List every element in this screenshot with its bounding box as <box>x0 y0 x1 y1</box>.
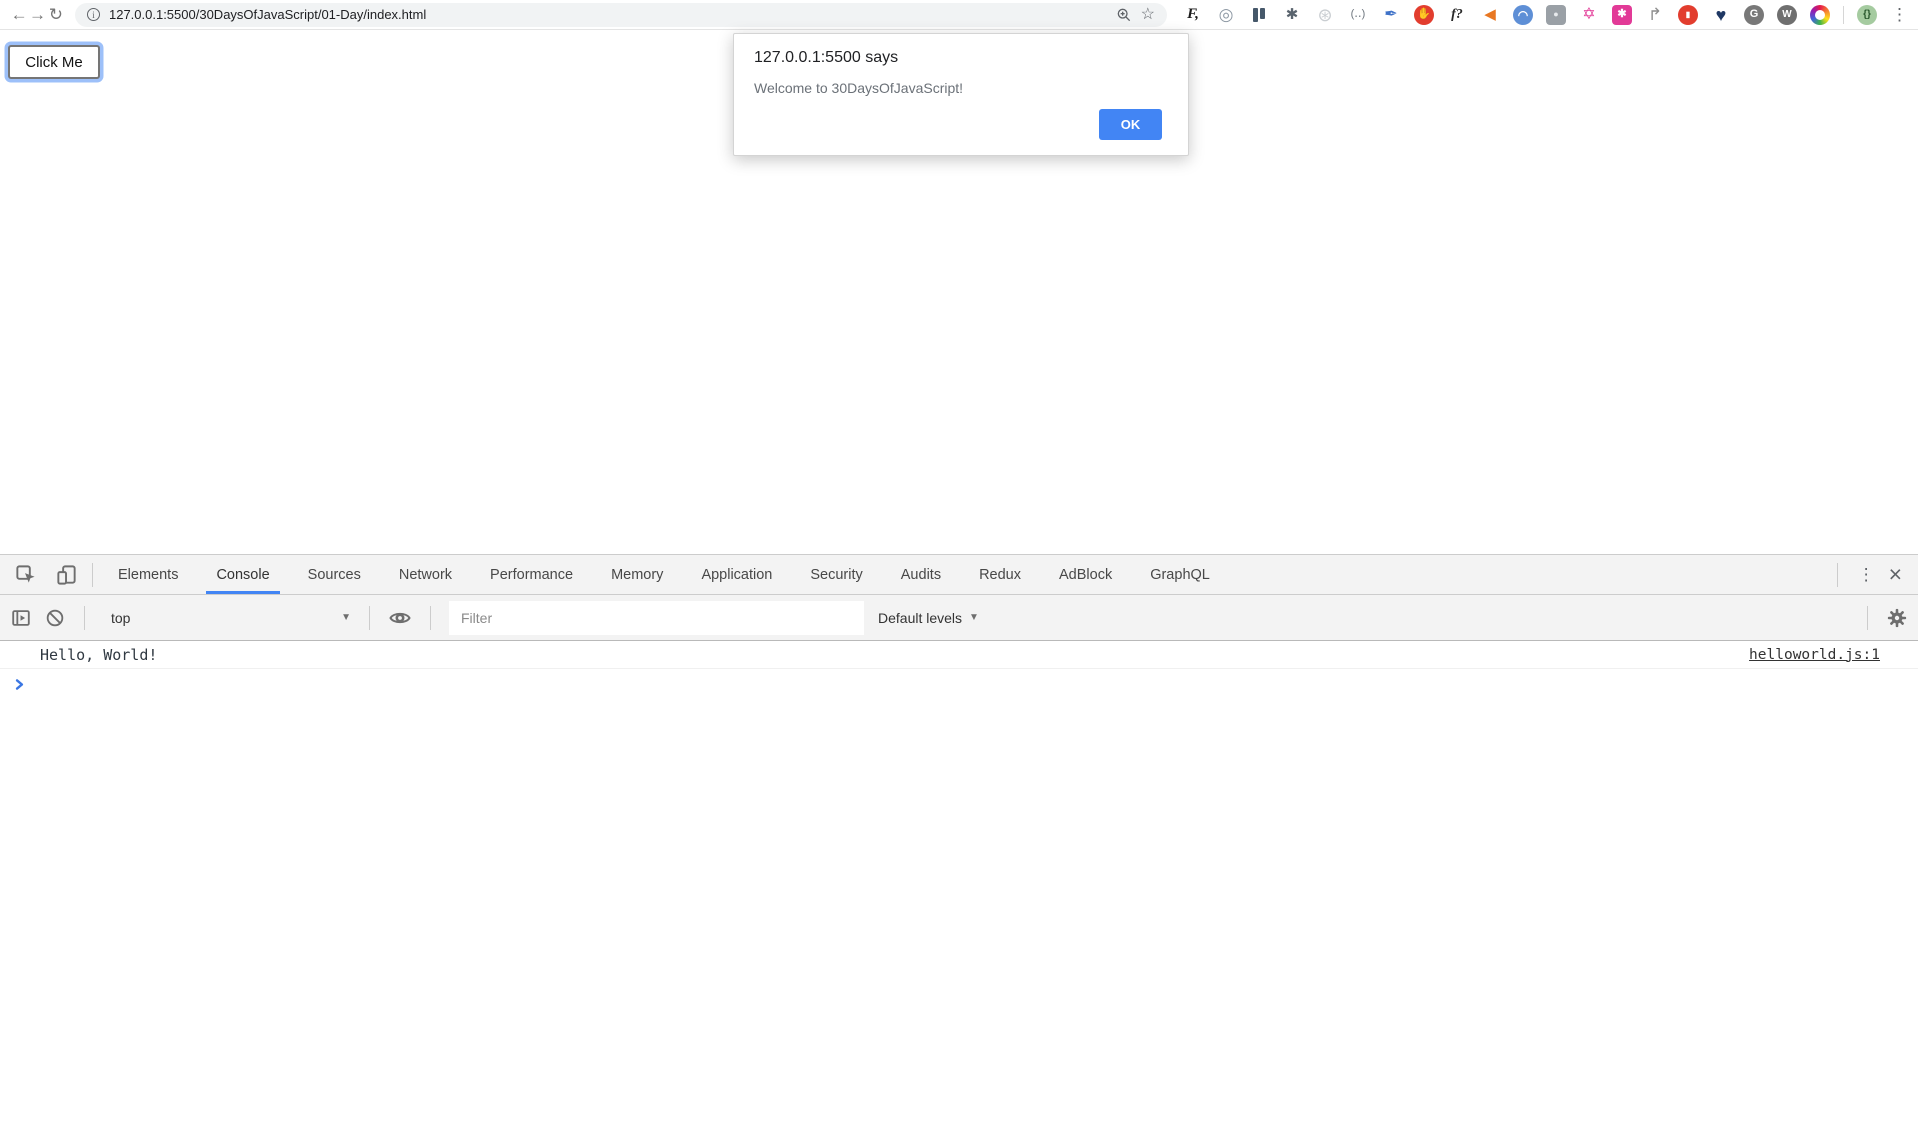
console-log-message: Hello, World! <box>40 646 157 664</box>
g-circle-extension-icon[interactable]: G <box>1744 5 1764 25</box>
tab-application[interactable]: Application <box>682 555 791 594</box>
gear-square-extension-icon[interactable]: ✱ <box>1612 5 1632 25</box>
tab-adblock[interactable]: AdBlock <box>1040 555 1131 594</box>
console-prompt-row[interactable] <box>0 669 1918 691</box>
console-filter-input[interactable] <box>449 601 864 635</box>
bookmark-extension-icon[interactable]: ▮ <box>1678 5 1698 25</box>
json-viewer-extension-icon[interactable]: {} <box>1857 5 1877 25</box>
fonts-changer-extension-icon[interactable]: F, <box>1183 5 1203 25</box>
console-output: Hello, World! helloworld.js:1 <box>0 641 1918 691</box>
toolbar-separator-2 <box>369 606 370 630</box>
eyedropper-extension-icon[interactable]: ✒ <box>1381 5 1401 25</box>
log-levels-dropdown[interactable]: Default levels ▼ <box>878 610 979 626</box>
forward-icon[interactable]: → <box>28 5 46 25</box>
levels-dropdown-arrow-icon: ▼ <box>969 612 979 623</box>
hexagram-extension-icon[interactable]: ✡ <box>1579 5 1599 25</box>
alert-ok-button[interactable]: OK <box>1099 109 1162 140</box>
tab-console[interactable]: Console <box>197 555 288 594</box>
pinned-divider <box>1843 6 1844 24</box>
tabbar-separator <box>92 563 93 587</box>
toolbar-separator-3 <box>430 606 431 630</box>
rainbow-circle-extension-icon[interactable] <box>1810 5 1830 25</box>
reload-icon[interactable]: ↻ <box>47 5 65 25</box>
blue-swirl-extension-icon[interactable]: ◠ <box>1513 5 1533 25</box>
devtools-tabbar: ElementsConsoleSourcesNetworkPerformance… <box>0 555 1918 595</box>
react-devtools-extension-icon[interactable]: ⊛ <box>1315 5 1335 25</box>
devtools-tabs: ElementsConsoleSourcesNetworkPerformance… <box>99 555 1229 594</box>
click-me-button[interactable]: Click Me <box>8 45 100 79</box>
context-label: top <box>111 610 130 626</box>
heart-search-extension-icon[interactable]: ♥ <box>1711 5 1731 25</box>
adblock-hand-extension-icon[interactable]: ✋ <box>1414 5 1434 25</box>
bookmark-star-icon[interactable]: ☆ <box>1141 7 1155 23</box>
toolbar-separator-1 <box>84 606 85 630</box>
code-brackets-extension-icon[interactable]: (‥) <box>1348 5 1368 25</box>
console-source-link[interactable]: helloworld.js:1 <box>1749 647 1880 663</box>
tabbar-right-separator <box>1837 563 1838 587</box>
url-text[interactable]: 127.0.0.1:5500/30DaysOfJavaScript/01-Day… <box>109 7 426 22</box>
browser-menu-kebab-icon[interactable]: ⋮ <box>1891 5 1908 25</box>
page-info-icon[interactable]: i <box>87 8 100 21</box>
console-log-row[interactable]: Hello, World! helloworld.js:1 <box>0 641 1918 669</box>
w-circle-extension-icon[interactable]: W <box>1777 5 1797 25</box>
console-prompt-chevron-icon <box>13 678 26 691</box>
device-toolbar-icon[interactable] <box>55 563 78 586</box>
log-levels-label: Default levels <box>878 610 962 626</box>
alert-dialog: 127.0.0.1:5500 says Welcome to 30DaysOfJ… <box>733 33 1189 156</box>
tab-audits[interactable]: Audits <box>882 555 960 594</box>
context-dropdown-arrow-icon: ▼ <box>341 612 351 623</box>
alert-message: Welcome to 30DaysOfJavaScript! <box>754 80 1168 96</box>
zoom-indicator-icon[interactable] <box>1116 7 1132 23</box>
live-expression-eye-icon[interactable] <box>388 606 412 630</box>
console-sidebar-toggle-icon[interactable] <box>10 607 32 629</box>
tab-sources[interactable]: Sources <box>289 555 380 594</box>
extensions-row: F, ◎ ✱ ⊛ (‥) ✒ ✋ f? ◀ ◠ ● ✡ ✱ ↱ ▮ ♥ GW {} <box>1183 5 1877 25</box>
console-settings-gear-icon[interactable] <box>1886 607 1908 629</box>
back-icon[interactable]: ← <box>10 5 28 25</box>
megaphone-extension-icon[interactable]: ◀ <box>1480 5 1500 25</box>
pause-bars-extension-icon[interactable] <box>1249 5 1269 25</box>
bug-extension-icon[interactable]: ✱ <box>1282 5 1302 25</box>
browser-toolbar: ← → ↻ i 127.0.0.1:5500/30DaysOfJavaScrip… <box>0 0 1918 30</box>
tab-elements[interactable]: Elements <box>99 555 197 594</box>
orbit-extension-icon[interactable]: ◎ <box>1216 5 1236 25</box>
devtools-panel: ElementsConsoleSourcesNetworkPerformance… <box>0 554 1918 1146</box>
address-bar[interactable]: i 127.0.0.1:5500/30DaysOfJavaScript/01-D… <box>75 3 1167 27</box>
tab-redux[interactable]: Redux <box>960 555 1040 594</box>
tab-network[interactable]: Network <box>380 555 471 594</box>
corner-arrow-extension-icon[interactable]: ↱ <box>1645 5 1665 25</box>
alert-title: 127.0.0.1:5500 says <box>754 49 1168 67</box>
fontface-ninja-extension-icon[interactable]: f? <box>1447 5 1467 25</box>
toolbar-separator-4 <box>1867 606 1868 630</box>
clear-console-icon[interactable] <box>44 607 66 629</box>
tab-performance[interactable]: Performance <box>471 555 592 594</box>
tab-security[interactable]: Security <box>791 555 881 594</box>
devtools-close-icon[interactable]: × <box>1889 563 1902 586</box>
tab-graphql[interactable]: GraphQL <box>1131 555 1229 594</box>
devtools-menu-kebab-icon[interactable]: ⋮ <box>1858 565 1875 585</box>
javascript-context-dropdown[interactable]: top ▼ <box>103 610 351 626</box>
inspect-element-icon[interactable] <box>14 563 37 586</box>
console-toolbar: top ▼ Default levels ▼ <box>0 595 1918 641</box>
tab-memory[interactable]: Memory <box>592 555 682 594</box>
camera-extension-icon[interactable]: ● <box>1546 5 1566 25</box>
